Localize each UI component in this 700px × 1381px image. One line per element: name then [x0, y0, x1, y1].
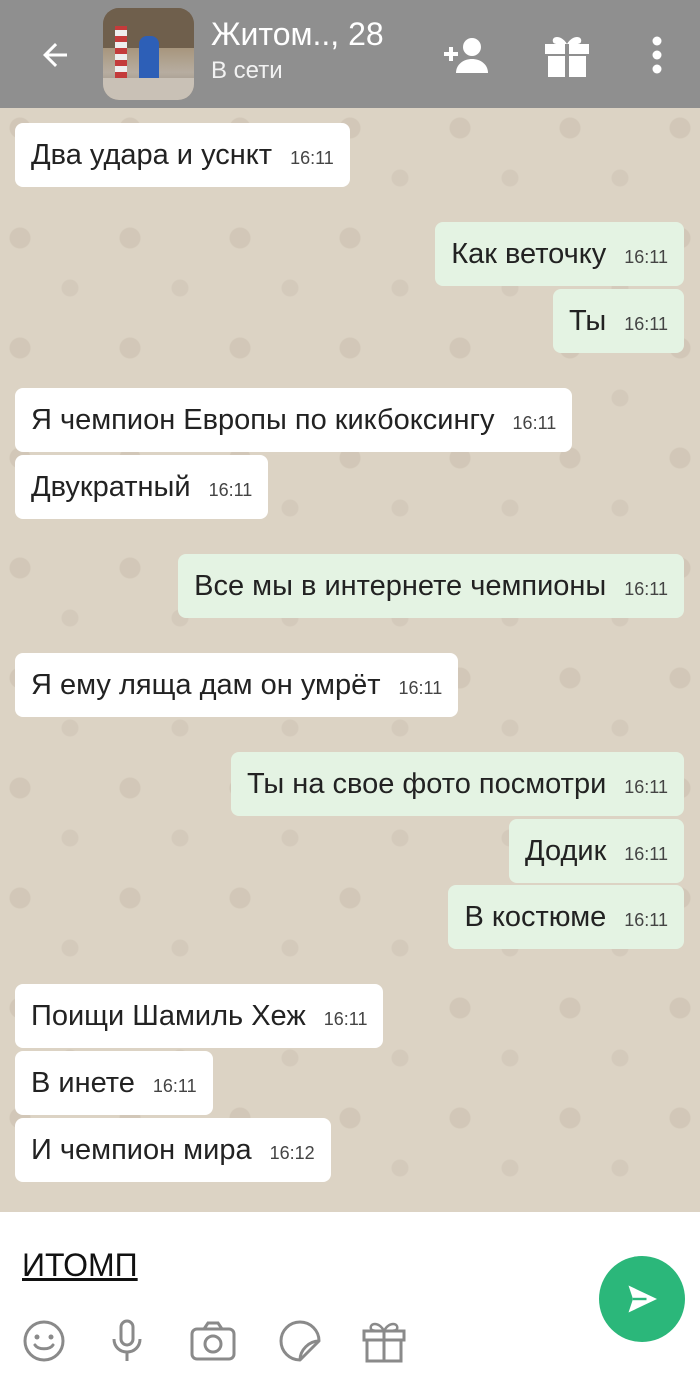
send-icon — [628, 1285, 657, 1313]
message-time: 16:11 — [290, 147, 334, 168]
camera-button[interactable] — [189, 1318, 237, 1364]
message-text: Все мы в интернете чемпионы — [194, 569, 607, 602]
message-incoming[interactable]: Я чемпион Европы по кикбоксингу 16:11 — [15, 388, 573, 452]
message-time: 16:11 — [512, 412, 557, 433]
message-outgoing[interactable]: Ты на свое фото посмотри 16:11 — [230, 752, 684, 816]
message-outgoing[interactable]: Как веточку 16:11 — [435, 222, 684, 286]
message-time: 16:11 — [323, 1008, 368, 1029]
contact-avatar[interactable] — [103, 8, 194, 100]
contact-status: В сети — [211, 57, 283, 84]
message-text: Я ему ляща дам он умрёт — [31, 668, 381, 701]
avatar-figure — [139, 36, 159, 80]
message-text: Додик — [525, 834, 607, 867]
send-button[interactable] — [599, 1256, 685, 1342]
message-time: 16:11 — [208, 479, 253, 500]
message-time: 16:11 — [152, 1075, 197, 1096]
add-user-icon — [444, 38, 488, 73]
voice-button[interactable] — [103, 1318, 151, 1364]
emoji-button[interactable] — [20, 1318, 68, 1364]
message-incoming[interactable]: Поищи Шамиль Хеж 16:11 — [15, 984, 384, 1048]
message-text: Двукратный — [31, 470, 191, 503]
message-text: Ты на свое фото посмотри — [246, 767, 607, 800]
message-time: 16:11 — [624, 843, 668, 864]
message-incoming[interactable]: Я ему ляща дам он умрёт 16:11 — [15, 653, 459, 717]
gift-icon — [545, 37, 589, 77]
message-input[interactable]: ИТОМП — [22, 1243, 138, 1287]
emoji-icon — [23, 1320, 65, 1362]
message-text: В костюме — [464, 900, 607, 933]
gift-icon — [362, 1322, 406, 1363]
sticker-button[interactable] — [276, 1318, 324, 1364]
message-outgoing[interactable]: Ты 16:11 — [552, 289, 684, 353]
more-vert-icon — [652, 36, 662, 74]
message-outgoing[interactable]: В костюме 16:11 — [448, 885, 684, 949]
avatar-flag — [115, 26, 127, 78]
avatar-ground — [103, 78, 194, 100]
add-friend-button[interactable] — [440, 32, 492, 78]
message-outgoing[interactable]: Все мы в интернете чемпионы 16:11 — [178, 554, 684, 618]
back-button[interactable] — [30, 30, 80, 80]
message-time: 16:11 — [624, 578, 668, 599]
message-time: 16:11 — [398, 677, 443, 698]
message-text: И чемпион мира — [31, 1133, 252, 1166]
message-incoming[interactable]: И чемпион мира 16:12 — [15, 1118, 331, 1182]
message-incoming[interactable]: Двукратный 16:11 — [15, 455, 269, 519]
message-text: Как веточку — [451, 237, 607, 270]
message-list[interactable]: Два удара и уснкт 16:11 Как веточку 16:1… — [0, 108, 700, 1212]
message-text: Ты — [568, 304, 607, 337]
message-time: 16:11 — [624, 313, 668, 334]
more-options-button[interactable] — [640, 32, 674, 78]
chat-header: Житом.., 28 В сети — [0, 0, 700, 108]
message-outgoing[interactable]: Додик 16:11 — [509, 819, 684, 883]
message-time: 16:11 — [624, 246, 668, 267]
camera-icon — [190, 1321, 236, 1361]
message-incoming[interactable]: Два удара и уснкт 16:11 — [15, 123, 350, 187]
message-time: 16:11 — [624, 909, 668, 930]
gift-send-button[interactable] — [360, 1318, 408, 1364]
microphone-icon — [112, 1319, 142, 1361]
message-text: Поищи Шамиль Хеж — [31, 999, 306, 1032]
message-text: Я чемпион Европы по кикбоксингу — [31, 403, 495, 436]
message-incoming[interactable]: В инете 16:11 — [15, 1051, 213, 1115]
contact-name[interactable]: Житом.., 28 — [211, 14, 384, 54]
message-text: Два удара и уснкт — [31, 138, 273, 171]
message-time: 16:11 — [624, 776, 668, 797]
sticker-icon — [279, 1320, 321, 1362]
message-time: 16:12 — [269, 1142, 315, 1163]
gift-button[interactable] — [540, 32, 594, 78]
message-text: В инете — [31, 1066, 135, 1099]
back-arrow-icon — [43, 43, 67, 67]
